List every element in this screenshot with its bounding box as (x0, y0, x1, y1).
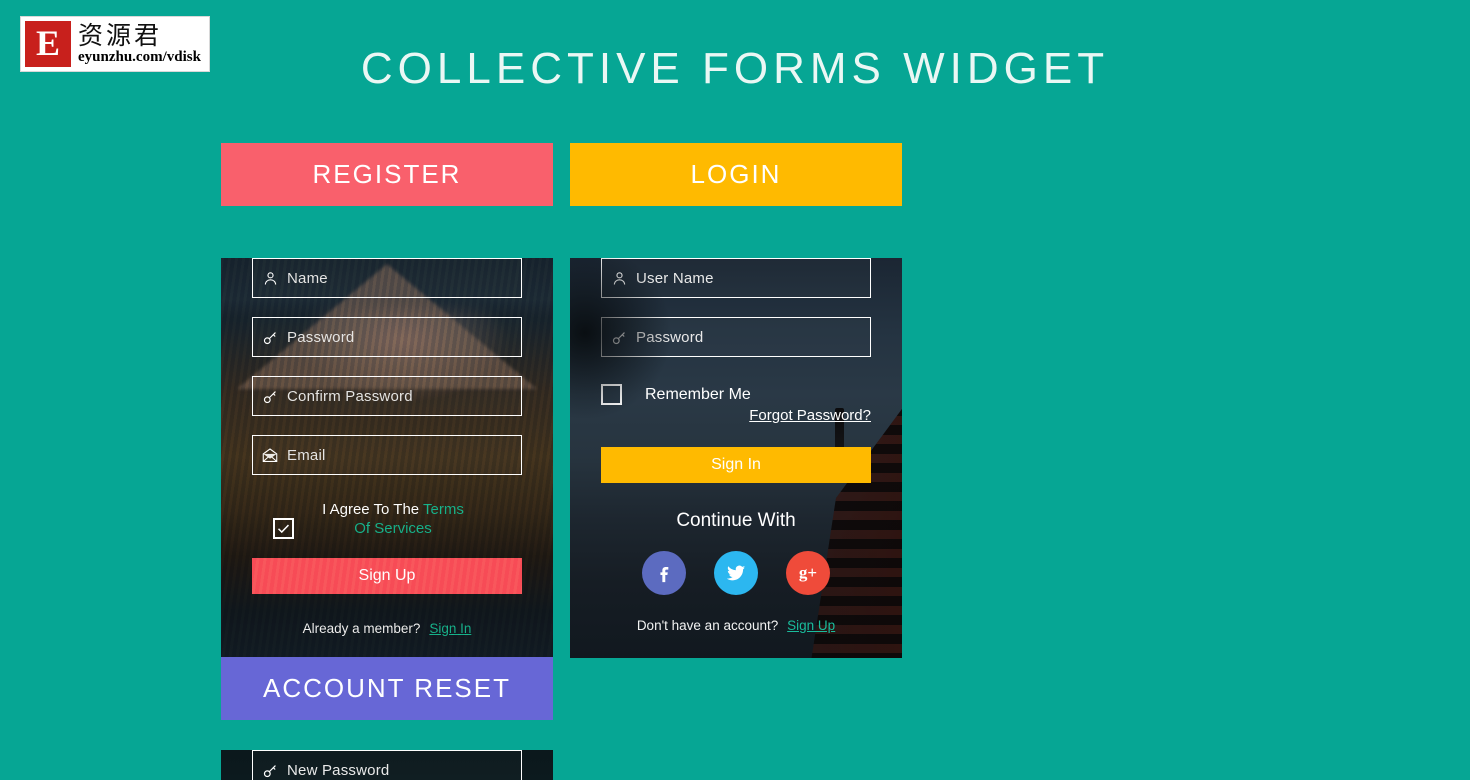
forgot-password-link[interactable]: Forgot Password? (749, 407, 871, 424)
register-name-field[interactable]: Name (252, 258, 522, 298)
terms-prefix: I Agree To The (322, 501, 424, 518)
login-footer: Don't have an account? Sign Up (601, 617, 871, 635)
google-plus-icon: g+ (798, 563, 818, 582)
terms-text: I Agree To The Terms Of Services (314, 501, 522, 539)
app-root: E 资源君 eyunzhu.com/vdisk COLLECTIVE FORMS… (0, 0, 1470, 780)
twitter-login-button[interactable] (714, 551, 758, 595)
login-username-placeholder: User Name (636, 269, 714, 287)
signup-button-wrap: Sign Up (252, 558, 522, 594)
signup-button[interactable]: Sign Up (252, 558, 522, 594)
key-icon (602, 329, 636, 346)
register-password-placeholder: Password (287, 328, 355, 346)
register-footer-signin-link[interactable]: Sign In (429, 621, 471, 636)
key-icon (253, 329, 287, 346)
social-login-row: g+ (601, 551, 871, 595)
key-icon (253, 762, 287, 779)
register-email-placeholder: Email (287, 446, 326, 464)
register-password-field[interactable]: Password (252, 317, 522, 357)
reset-new-password-field[interactable]: New Password (252, 750, 522, 780)
signin-button-wrap: Sign In (601, 447, 871, 483)
facebook-icon (660, 566, 669, 583)
register-card: REGISTER Name Password Confirm Password … (221, 143, 553, 658)
key-icon (253, 388, 287, 405)
register-footer-text: Already a member? (302, 621, 421, 636)
twitter-icon (726, 565, 746, 581)
signin-button[interactable]: Sign In (601, 447, 871, 483)
remember-me-checkbox[interactable] (601, 384, 622, 405)
login-card-body: User Name Password Remember Me Forgot Pa… (570, 258, 902, 658)
reset-new-password-placeholder: New Password (287, 761, 390, 779)
remember-me-label: Remember Me (645, 385, 751, 403)
continue-with-label: Continue With (676, 510, 796, 531)
register-name-placeholder: Name (287, 269, 328, 287)
register-footer: Already a member? Sign In (252, 620, 522, 638)
forgot-password-row: Forgot Password? (601, 407, 871, 425)
page-title: COLLECTIVE FORMS WIDGET (360, 44, 1110, 93)
account-reset-card-header: ACCOUNT RESET (221, 657, 553, 720)
account-reset-card: ACCOUNT RESET New Password (221, 657, 553, 780)
facebook-login-button[interactable] (642, 551, 686, 595)
envelope-icon (253, 446, 287, 464)
user-icon (253, 270, 287, 287)
login-password-placeholder: Password (636, 328, 704, 346)
terms-checkbox[interactable] (272, 518, 294, 539)
account-reset-card-body: New Password (221, 750, 553, 780)
login-card: LOGIN User Name Password Remember Me For… (570, 143, 902, 658)
register-terms-row: I Agree To The Terms Of Services (252, 501, 522, 539)
remember-me-row: Remember Me (601, 384, 871, 405)
google-plus-login-button[interactable]: g+ (786, 551, 830, 595)
login-footer-text: Don't have an account? (636, 618, 779, 633)
login-card-header: LOGIN (570, 143, 902, 206)
register-card-body: Name Password Confirm Password Email I A… (221, 258, 553, 658)
login-password-field[interactable]: Password (601, 317, 871, 357)
register-email-field[interactable]: Email (252, 435, 522, 475)
register-card-header: REGISTER (221, 143, 553, 206)
user-icon (602, 270, 636, 287)
register-confirm-password-field[interactable]: Confirm Password (252, 376, 522, 416)
login-footer-signup-link[interactable]: Sign Up (787, 618, 835, 633)
login-username-field[interactable]: User Name (601, 258, 871, 298)
register-confirm-password-placeholder: Confirm Password (287, 387, 413, 405)
